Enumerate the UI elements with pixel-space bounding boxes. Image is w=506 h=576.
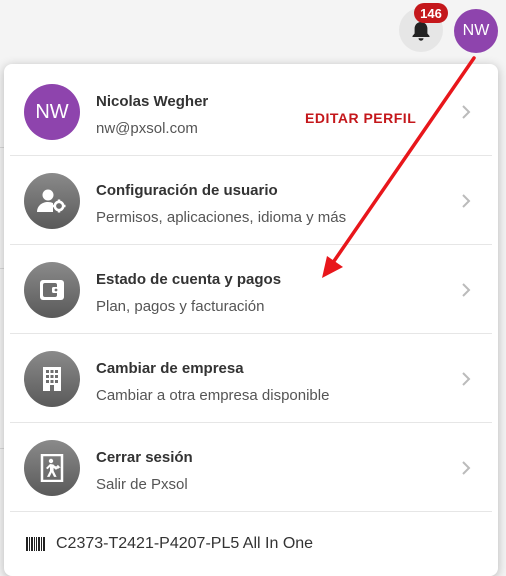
user-menu-dropdown: NW Nicolas Wegher nw@pxsol.com EDITAR PE… [4, 64, 498, 576]
profile-row[interactable]: NW Nicolas Wegher nw@pxsol.com EDITAR PE… [10, 68, 492, 156]
account-code-footer: C2373-T2421-P4207-PL5 All In One [26, 532, 313, 556]
account-code: C2373-T2421-P4207-PL5 All In One [56, 535, 314, 552]
profile-avatar: NW [24, 84, 80, 140]
menu-item-title: Estado de cuenta y pagos [96, 271, 282, 288]
menu-item-logout[interactable]: Cerrar sesión Salir de Pxsol [10, 424, 492, 512]
user-settings-icon [24, 173, 80, 229]
notification-count-badge: 146 [414, 3, 448, 23]
user-avatar-button[interactable]: NW [454, 9, 498, 53]
menu-item-account-payments[interactable]: Estado de cuenta y pagos Plan, pagos y f… [10, 246, 492, 334]
wallet-icon [24, 262, 80, 318]
edit-profile-link[interactable]: EDITAR PERFIL [305, 110, 416, 126]
chevron-right-icon [462, 194, 471, 208]
menu-item-subtitle: Cambiar a otra empresa disponible [96, 387, 330, 404]
menu-item-title: Cerrar sesión [96, 449, 193, 466]
building-icon [24, 351, 80, 407]
profile-name: Nicolas Wegher [96, 93, 209, 110]
menu-item-title: Cambiar de empresa [96, 360, 244, 377]
menu-item-switch-company[interactable]: Cambiar de empresa Cambiar a otra empres… [10, 335, 492, 423]
menu-item-subtitle: Permisos, aplicaciones, idioma y más [96, 209, 347, 226]
menu-item-user-settings[interactable]: Configuración de usuario Permisos, aplic… [10, 157, 492, 245]
chevron-right-icon [462, 372, 471, 386]
menu-item-subtitle: Plan, pagos y facturación [96, 298, 265, 315]
barcode-icon [26, 537, 45, 551]
menu-item-title: Configuración de usuario [96, 182, 278, 199]
menu-item-subtitle: Salir de Pxsol [96, 476, 188, 493]
exit-door-icon [24, 440, 80, 496]
chevron-right-icon [462, 105, 471, 119]
chevron-right-icon [462, 461, 471, 475]
chevron-right-icon [462, 283, 471, 297]
